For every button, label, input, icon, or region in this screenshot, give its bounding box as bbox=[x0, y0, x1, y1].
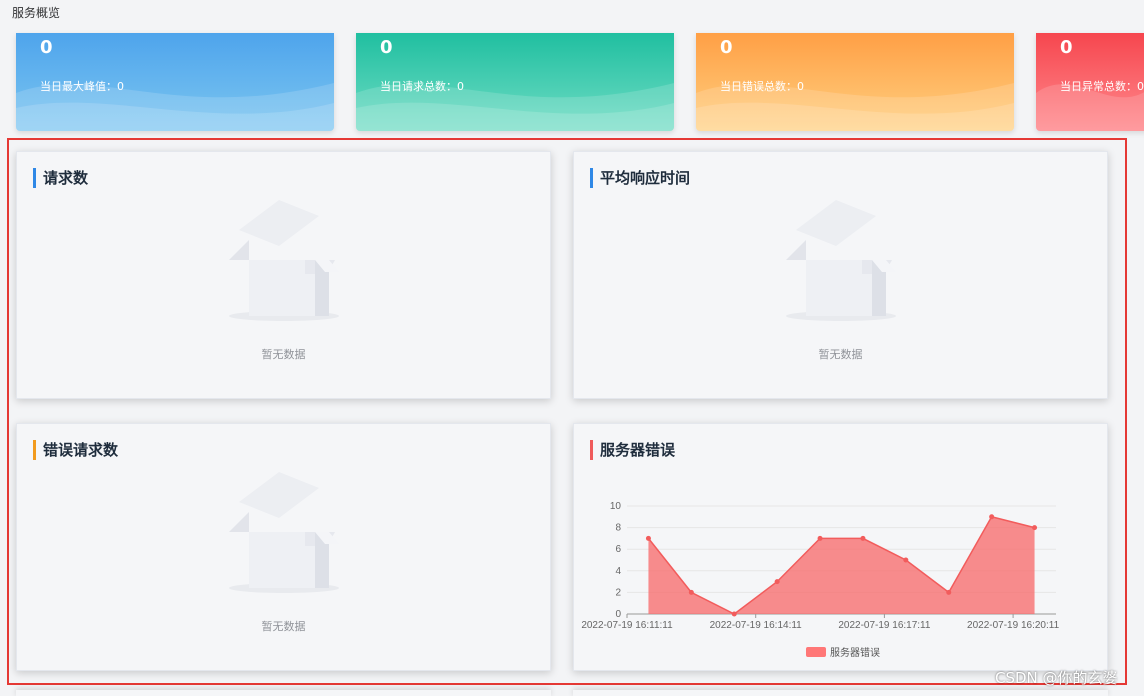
panel-title: 平均响应时间 bbox=[590, 168, 690, 188]
data-point bbox=[989, 514, 995, 520]
stat-label: 当日请求总数： bbox=[380, 80, 457, 93]
y-tick-label: 4 bbox=[615, 566, 621, 577]
stat-value: 0 bbox=[1060, 37, 1073, 58]
stat-card-total-requests: 0 当日请求总数：0 bbox=[356, 33, 674, 131]
next-panel-edge bbox=[573, 690, 1108, 696]
panel-title: 请求数 bbox=[33, 168, 88, 188]
stat-card-total-errors: 0 当日错误总数：0 bbox=[696, 33, 1014, 131]
stat-label: 当日最大峰值： bbox=[40, 80, 117, 93]
x-tick-label: 2022-07-19 16:20:11 bbox=[967, 620, 1060, 631]
panel-avg-response: 平均响应时间 暂无数据 bbox=[573, 151, 1108, 399]
data-point bbox=[774, 579, 780, 585]
stat-number: 0 bbox=[797, 80, 804, 93]
data-point bbox=[1032, 525, 1038, 531]
legend-label: 服务器错误 bbox=[830, 648, 880, 659]
stat-value: 0 bbox=[720, 37, 733, 58]
empty-text: 暂无数据 bbox=[818, 348, 863, 361]
y-tick-label: 2 bbox=[615, 587, 621, 598]
empty-text: 暂无数据 bbox=[261, 620, 306, 633]
x-tick-label: 2022-07-19 16:17:11 bbox=[838, 620, 931, 631]
empty-box-icon bbox=[228, 472, 339, 593]
empty-box-icon bbox=[228, 200, 339, 321]
data-point bbox=[731, 611, 737, 617]
empty-box-icon bbox=[785, 200, 896, 321]
empty-state: 暂无数据 bbox=[17, 468, 550, 634]
y-tick-label: 0 bbox=[615, 609, 621, 620]
data-point bbox=[903, 557, 909, 563]
stat-card-max-peak: 0 当日最大峰值：0 bbox=[16, 33, 334, 131]
watermark: CSDN @你的玄婆 bbox=[995, 669, 1118, 687]
legend-swatch bbox=[806, 646, 826, 657]
data-point bbox=[817, 535, 823, 541]
x-tick-label: 2022-07-19 16:11:11 bbox=[581, 620, 673, 631]
empty-text: 暂无数据 bbox=[261, 348, 306, 361]
panel-title: 错误请求数 bbox=[33, 440, 118, 460]
stat-number: 0 bbox=[1137, 80, 1144, 93]
stat-number: 0 bbox=[457, 80, 464, 93]
stat-card-total-exceptions: 0 当日异常总数：0 bbox=[1036, 33, 1144, 131]
data-point bbox=[946, 589, 952, 595]
data-point bbox=[645, 535, 651, 541]
y-tick-label: 6 bbox=[615, 544, 621, 555]
stat-number: 0 bbox=[117, 80, 124, 93]
page-title: 服务概览 bbox=[12, 6, 61, 20]
chart-legend[interactable]: 服务器错误 bbox=[806, 644, 880, 659]
server-error-chart: 0 2 4 6 8 10 2022-07-19 16:11:11 2022-07-19 16:… bbox=[581, 501, 1060, 631]
x-tick-label: 2022-07-19 16:14:11 bbox=[710, 620, 803, 631]
stat-value: 0 bbox=[380, 37, 393, 58]
empty-state: 暂无数据 bbox=[17, 196, 550, 362]
next-panel-edge bbox=[16, 690, 551, 696]
panel-requests: 请求数 暂无数据 bbox=[16, 151, 551, 399]
panel-server-errors: 服务器错误 0 2 4 6 8 10 2022-07-19 16:11:11 2022-07-… bbox=[573, 423, 1108, 671]
data-point bbox=[688, 589, 694, 595]
y-tick-label: 10 bbox=[610, 501, 622, 512]
stat-value: 0 bbox=[40, 37, 53, 58]
stat-label: 当日错误总数： bbox=[720, 80, 797, 93]
panel-error-requests: 错误请求数 暂无数据 bbox=[16, 423, 551, 671]
panel-title: 服务器错误 bbox=[590, 440, 675, 460]
y-tick-label: 8 bbox=[615, 523, 621, 534]
data-point bbox=[860, 535, 866, 541]
empty-state: 暂无数据 bbox=[574, 196, 1107, 362]
stat-label: 当日异常总数： bbox=[1060, 80, 1137, 93]
